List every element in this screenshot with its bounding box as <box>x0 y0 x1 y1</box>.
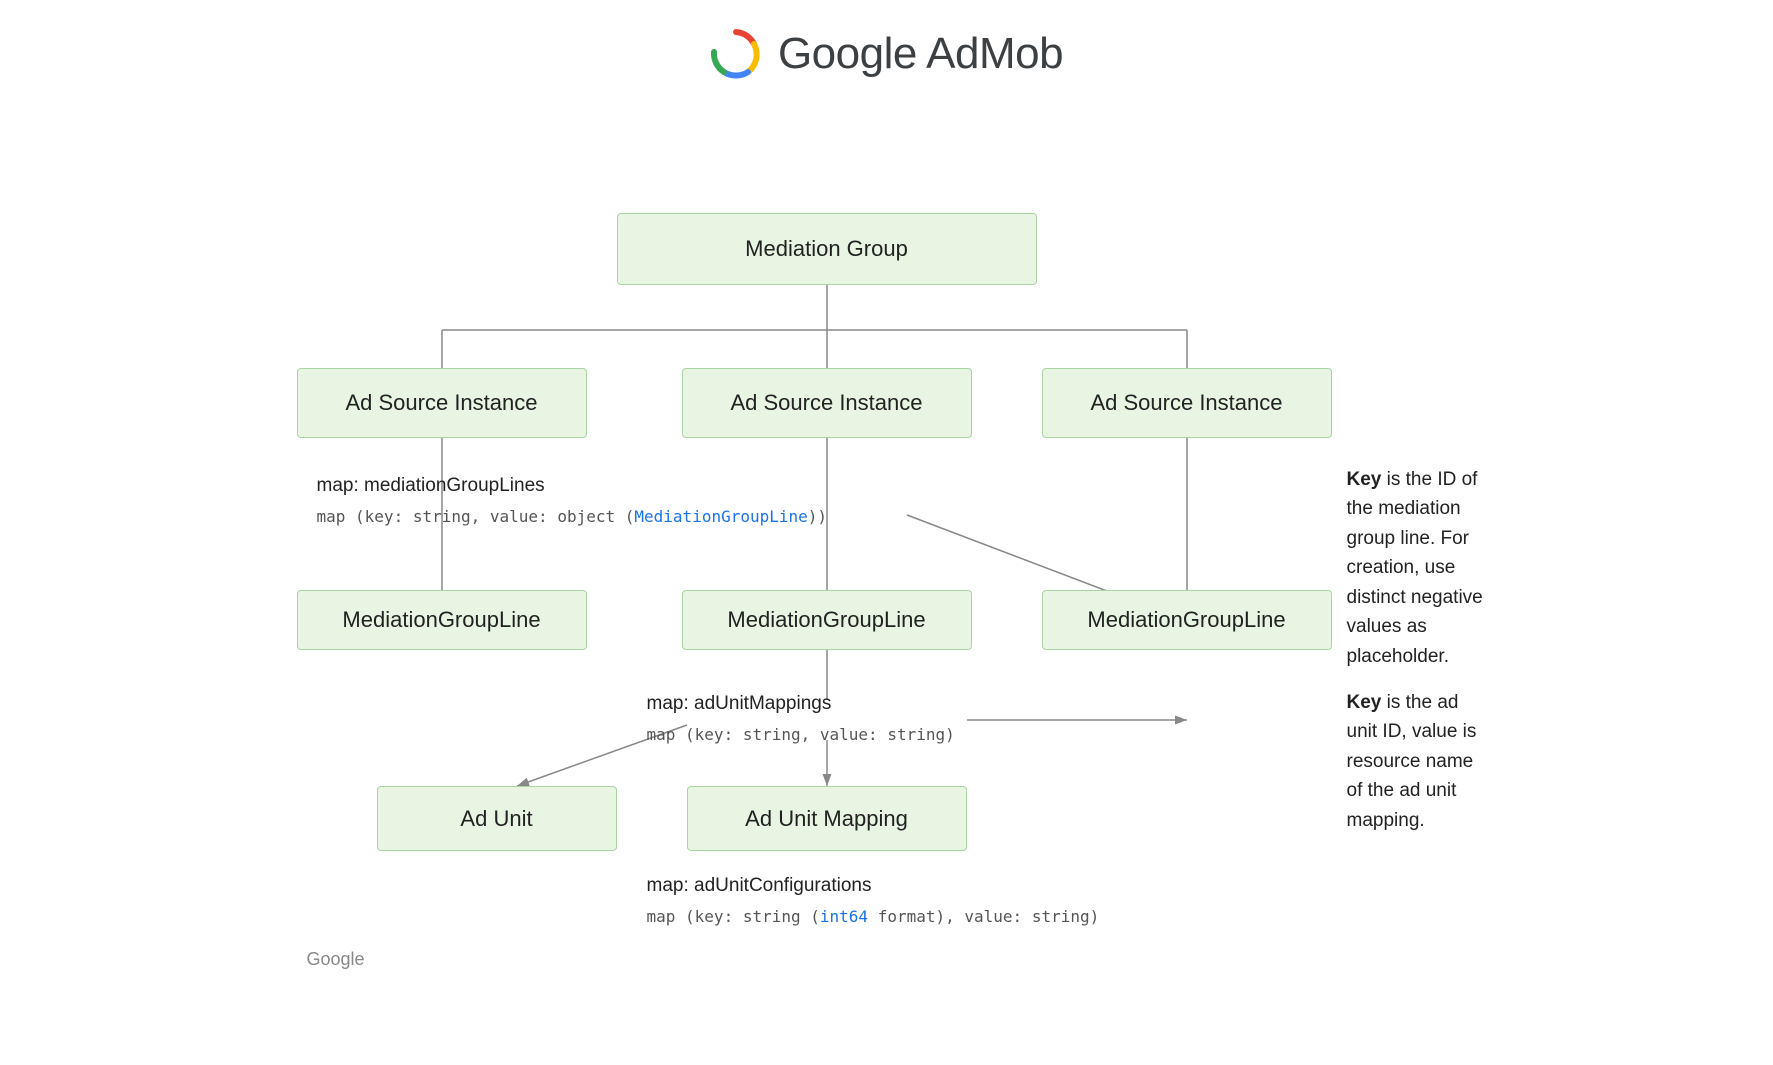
map-adunit-annotation: map: adUnitMappings map (key: string, va… <box>647 690 955 747</box>
footer-google: Google <box>307 949 365 970</box>
key-bold-2: Key <box>1347 692 1382 713</box>
mediation-group-box: Mediation Group <box>617 213 1037 285</box>
mediation-group-line-2-box: MediationGroupLine <box>682 590 972 650</box>
map-adunit-label: map: adUnitMappings <box>647 690 955 719</box>
map-config-code: map (key: string (int64 format), value: … <box>647 905 1100 929</box>
ad-unit-box: Ad Unit <box>377 786 617 851</box>
int64-link: int64 <box>820 907 868 926</box>
map-mediation-note: Key is the ID of the mediation group lin… <box>1347 465 1487 671</box>
mediation-group-line-link: MediationGroupLine <box>634 507 807 526</box>
page-container: Google AdMob <box>0 0 1773 1065</box>
mediation-group-line-1-box: MediationGroupLine <box>297 590 587 650</box>
page-title: Google AdMob <box>778 29 1063 79</box>
map-adunit-note: Key is the ad unit ID, value is resource… <box>1347 688 1487 835</box>
mediation-group-line-3-box: MediationGroupLine <box>1042 590 1332 650</box>
ad-source-instance-2-box: Ad Source Instance <box>682 368 972 438</box>
map-mediation-annotation: map: mediationGroupLines map (key: strin… <box>317 472 828 529</box>
map-config-annotation: map: adUnitConfigurations map (key: stri… <box>647 872 1100 929</box>
admob-logo-icon <box>710 28 762 80</box>
key-bold-1: Key <box>1347 469 1382 490</box>
header: Google AdMob <box>0 0 1773 110</box>
ad-unit-mapping-box: Ad Unit Mapping <box>687 786 967 851</box>
map-mediation-note-text: is the ID of the mediation group line. F… <box>1347 469 1483 667</box>
map-mediation-code: map (key: string, value: object (Mediati… <box>317 505 828 529</box>
ad-source-instance-1-box: Ad Source Instance <box>297 368 587 438</box>
map-adunit-code: map (key: string, value: string) <box>647 723 955 747</box>
ad-source-instance-3-box: Ad Source Instance <box>1042 368 1332 438</box>
diagram-wrapper: Mediation Group Ad Source Instance Ad So… <box>287 110 1487 980</box>
map-config-label: map: adUnitConfigurations <box>647 872 1100 901</box>
map-mediation-label: map: mediationGroupLines <box>317 472 828 501</box>
